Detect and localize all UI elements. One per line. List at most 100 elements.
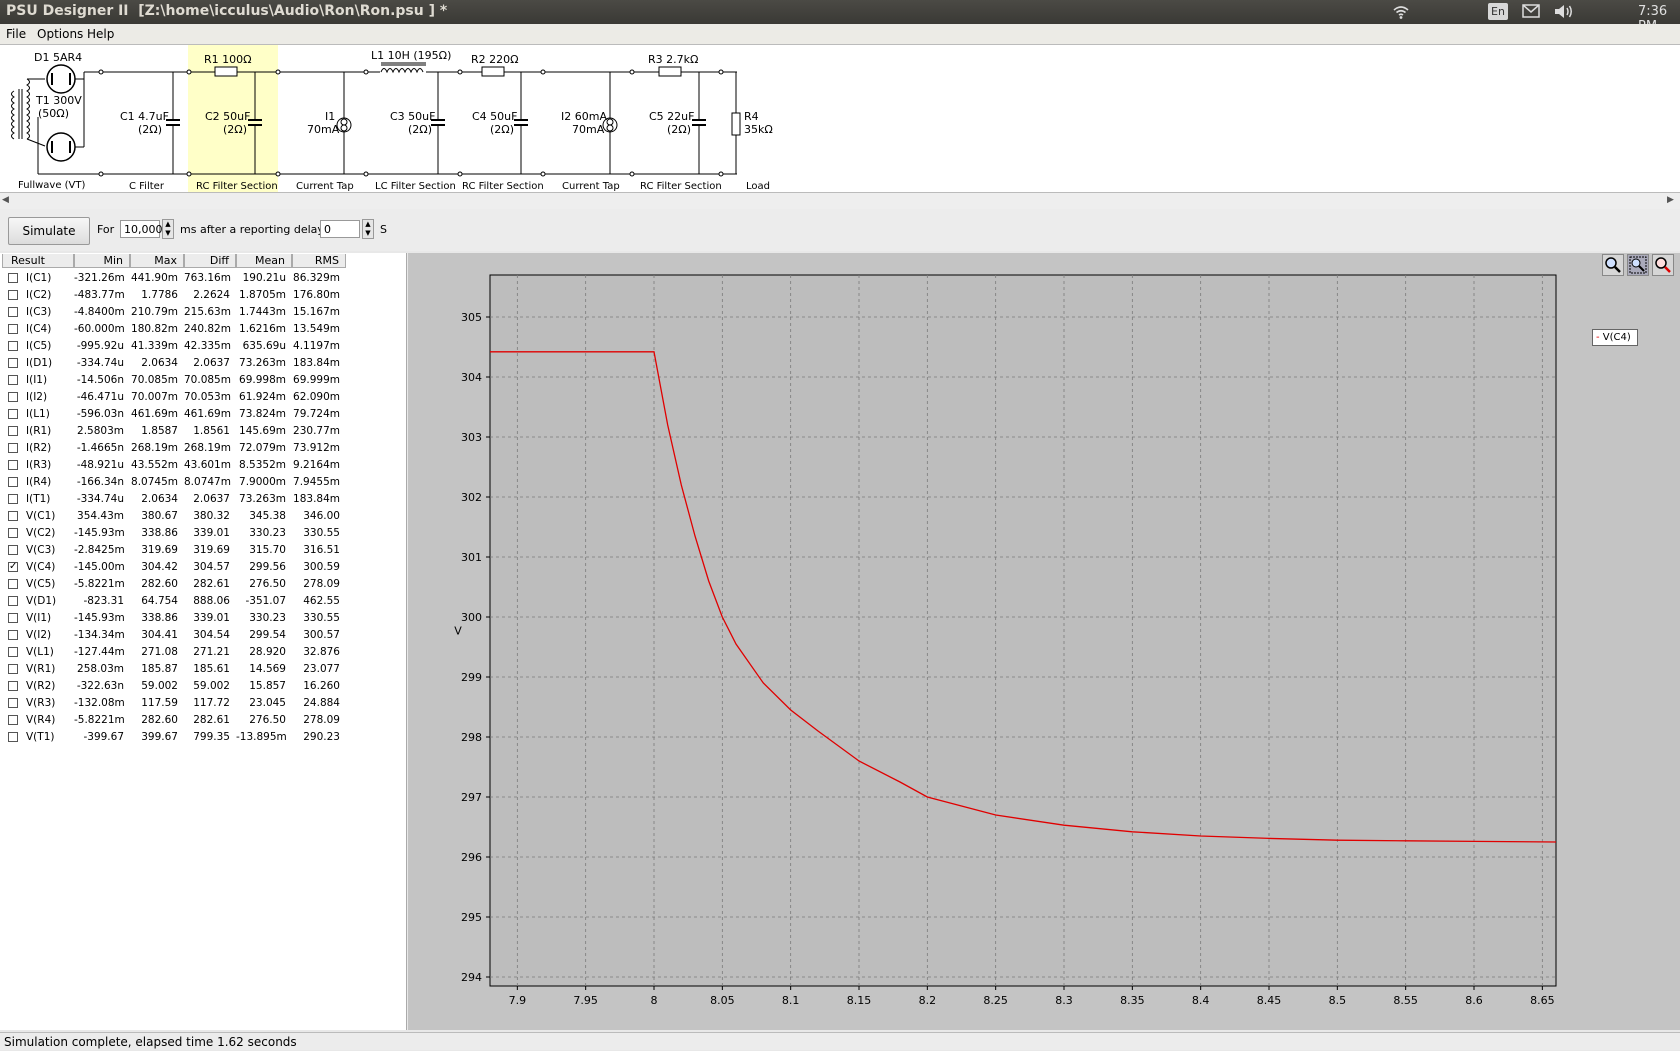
scroll-left-icon[interactable]: ◀ [2,195,9,205]
mail-icon[interactable] [1522,4,1540,21]
label-r1[interactable]: R1 100Ω [204,53,252,66]
menu-file[interactable]: File [6,27,26,41]
column-header-mean[interactable]: Mean [236,254,292,268]
row-checkbox[interactable] [8,630,18,640]
section-label-lc-filter[interactable]: LC Filter Section [375,181,456,192]
table-row[interactable]: I(R2) -1.4665n 268.19m 268.19m 72.079m 73.912… [0,440,406,457]
row-checkbox[interactable] [8,579,18,589]
table-row[interactable]: V(I1) -145.93m 338.86 339.01 330.23 330.55 [0,610,406,627]
column-header-max[interactable]: Max [130,254,184,268]
row-checkbox[interactable] [8,528,18,538]
table-row[interactable]: V(C3) -2.8425m 319.69 319.69 315.70 316.51 [0,542,406,559]
row-checkbox[interactable]: ✓ [8,562,18,572]
row-checkbox[interactable] [8,460,18,470]
table-row[interactable]: I(R4) -166.34n 8.0745m 8.0747m 7.9000m 7.9455… [0,474,406,491]
row-checkbox[interactable] [8,443,18,453]
table-row[interactable]: V(D1) -823.31 64.754 888.06 -351.07 462.55 [0,593,406,610]
label-r4[interactable]: R4 [744,110,759,123]
section-label-load[interactable]: Load [746,181,770,192]
row-checkbox[interactable] [8,307,18,317]
table-row[interactable]: I(C4) -60.000m 180.82m 240.82m 1.6216m 13.549… [0,321,406,338]
table-row[interactable]: I(C2) -483.77m 1.7786 2.2624 1.8705m 176.80m [0,287,406,304]
row-checkbox[interactable] [8,511,18,521]
table-row[interactable]: I(T1) -334.74u 2.0634 2.0637 73.263m 183.84m [0,491,406,508]
duration-input[interactable]: 10,000 [120,220,163,238]
row-checkbox[interactable] [8,477,18,487]
table-row[interactable]: V(R3) -132.08m 117.59 117.72 23.045 24.884 [0,695,406,712]
delay-input[interactable]: 0 [320,220,360,238]
label-d1[interactable]: D1 5AR4 [34,51,82,64]
row-checkbox[interactable] [8,647,18,657]
menu-options[interactable]: Options [37,27,83,41]
wifi-icon[interactable] [1392,4,1410,23]
label-c1[interactable]: C1 4.7uF [120,110,169,123]
column-header-min[interactable]: Min [74,254,130,268]
row-checkbox[interactable] [8,392,18,402]
label-i2[interactable]: I2 60mA [561,110,607,123]
row-checkbox[interactable] [8,681,18,691]
keyboard-layout-indicator[interactable]: En [1488,3,1508,20]
duration-spinner[interactable]: ▲ ▼ [162,219,174,239]
label-c3[interactable]: C3 50uF [390,110,435,123]
row-checkbox[interactable] [8,273,18,283]
section-label-rc-filter-2[interactable]: RC Filter Section [462,181,544,192]
table-row[interactable]: I(C5) -995.92u 41.339m 42.335m 635.69u 4.1197… [0,338,406,355]
table-row[interactable]: V(C1) 354.43m 380.67 380.32 345.38 346.00 [0,508,406,525]
row-checkbox[interactable] [8,324,18,334]
table-row[interactable]: V(C2) -145.93m 338.86 339.01 330.23 330.55 [0,525,406,542]
delay-spinner[interactable]: ▲ ▼ [362,219,374,239]
simulate-button[interactable]: Simulate [8,217,90,245]
label-r3[interactable]: R3 2.7kΩ [648,53,698,66]
table-row[interactable]: I(C3) -4.8400m 210.79m 215.63m 1.7443m 15.167… [0,304,406,321]
voltage-chart[interactable]: 7.9 7.95 8 8.05 8.1 8.15 8.2 8.25 8.3 8.35 8.4 8.45… [408,253,1680,1030]
table-row[interactable]: I(I2) -46.471u 70.007m 70.053m 61.924m 62.090… [0,389,406,406]
table-row[interactable]: V(C5) -5.8221m 282.60 282.61 276.50 278.09 [0,576,406,593]
table-row[interactable]: I(R3) -48.921u 43.552m 43.601m 8.5352m 9.2164… [0,457,406,474]
row-checkbox[interactable] [8,375,18,385]
table-row[interactable]: I(I1) -14.506n 70.085m 70.085m 69.998m 69.999… [0,372,406,389]
row-checkbox[interactable] [8,409,18,419]
row-checkbox[interactable] [8,290,18,300]
row-checkbox[interactable] [8,613,18,623]
row-checkbox[interactable] [8,494,18,504]
column-header-result[interactable]: Result [2,254,74,268]
row-checkbox[interactable] [8,596,18,606]
row-checkbox[interactable] [8,715,18,725]
table-row[interactable]: V(R2) -322.63n 59.002 59.002 15.857 16.260 [0,678,406,695]
row-checkbox[interactable] [8,698,18,708]
table-row[interactable]: V(R4) -5.8221m 282.60 282.61 276.50 278.09 [0,712,406,729]
table-row[interactable]: V(T1) -399.67 399.67 799.35 -13.895m 290.23 [0,729,406,746]
section-label-rc-filter-1[interactable]: RC Filter Section [196,181,278,192]
menu-help[interactable]: Help [87,27,114,41]
row-checkbox[interactable] [8,426,18,436]
table-row[interactable]: I(R1) 2.5803m 1.8587 1.8561 145.69m 230.77m [0,423,406,440]
table-row[interactable]: I(C1) -321.26m 441.90m 763.16m 190.21u 86.329… [0,270,406,287]
label-r2[interactable]: R2 220Ω [471,53,519,66]
table-row[interactable]: V(I2) -134.34m 304.41 304.54 299.54 300.57 [0,627,406,644]
table-row[interactable]: V(L1) -127.44m 271.08 271.21 28.920 32.876 [0,644,406,661]
row-checkbox[interactable] [8,545,18,555]
volume-icon[interactable] [1554,4,1574,22]
column-header-rms[interactable]: RMS [292,254,346,268]
table-row[interactable]: I(L1) -596.03n 461.69m 461.69m 73.824m 79.724… [0,406,406,423]
label-t1[interactable]: T1 300V [36,94,82,107]
label-i1[interactable]: I1 [325,110,335,123]
table-row[interactable]: ✓ V(C4) -145.00m 304.42 304.57 299.56 300.59 [0,559,406,576]
section-label-current-tap-2[interactable]: Current Tap [562,181,620,192]
label-c5[interactable]: C5 22uF [649,110,694,123]
section-label-current-tap-1[interactable]: Current Tap [296,181,354,192]
row-checkbox[interactable] [8,664,18,674]
row-checkbox[interactable] [8,358,18,368]
column-header-diff[interactable]: Diff [184,254,236,268]
table-row[interactable]: I(D1) -334.74u 2.0634 2.0637 73.263m 183.84m [0,355,406,372]
schematic-canvas[interactable]: D1 5AR4 T1 300V (50Ω) R1 100Ω C1 4.7uF (… [0,44,1680,193]
scroll-right-icon[interactable]: ▶ [1667,195,1674,205]
row-checkbox[interactable] [8,341,18,351]
label-c4[interactable]: C4 50uF [472,110,517,123]
section-label-fullwave[interactable]: Fullwave (VT) [18,180,85,191]
section-label-rc-filter-3[interactable]: RC Filter Section [640,181,722,192]
label-c2[interactable]: C2 50uF [205,110,250,123]
label-l1[interactable]: L1 10H (195Ω) [371,49,451,62]
section-label-c-filter[interactable]: C Filter [129,181,164,192]
table-row[interactable]: V(R1) 258.03m 185.87 185.61 14.569 23.077 [0,661,406,678]
